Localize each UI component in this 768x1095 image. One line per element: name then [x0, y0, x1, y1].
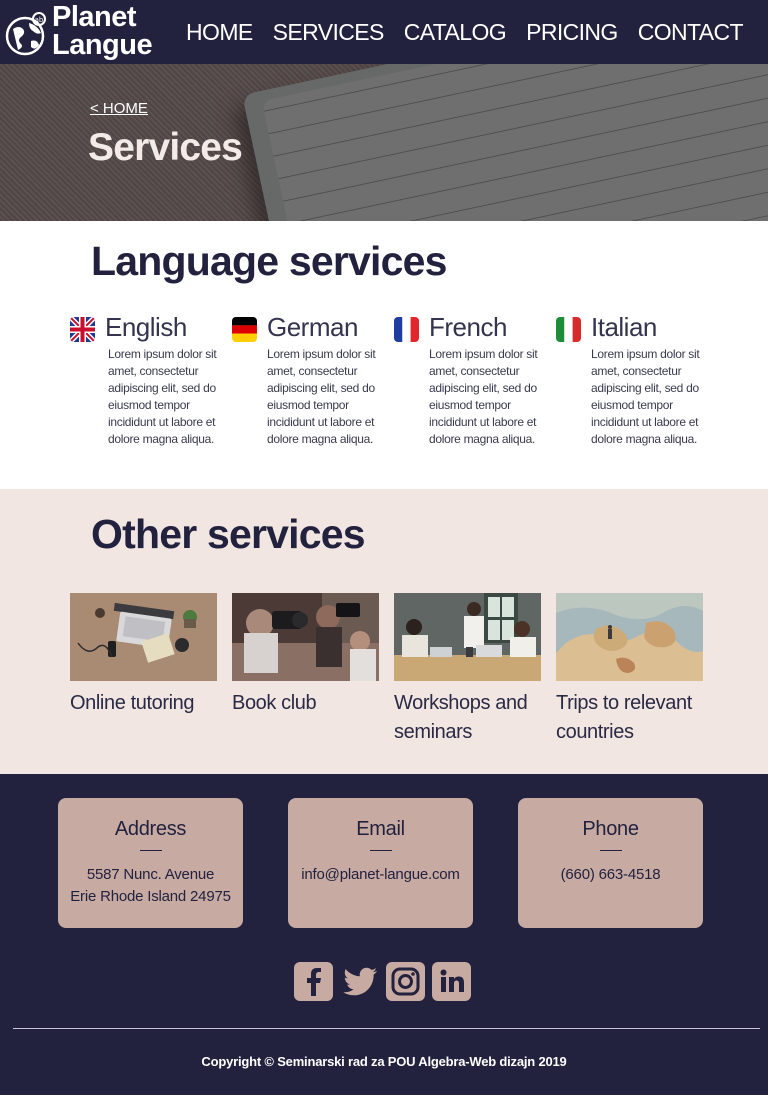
svg-text:ab: ab [35, 16, 44, 24]
language-name: French [429, 312, 507, 342]
language-description: Lorem ipsum dolor sit amet, consectetur … [591, 347, 700, 446]
divider [369, 850, 392, 851]
service-label: Workshops and seminars [394, 692, 528, 743]
service-label: Trips to relevant countries [556, 692, 692, 743]
address-line1: 5587 Nunc. Avenue [86, 866, 215, 883]
contact-card-address: Address 5587 Nunc. Avenue Erie Rhode Isl… [58, 798, 243, 928]
nav-home[interactable]: HOME [186, 19, 253, 46]
other-services-section: Other services Online tutoring Book club… [0, 489, 768, 774]
france-flag-icon [394, 317, 419, 342]
laptop-desk-image [70, 593, 217, 681]
contact-card-email: Email info@planet-langue.com [288, 798, 473, 928]
brand-name: Planet Langue [52, 1, 153, 61]
address-line2: Erie Rhode Island 24975 [70, 888, 231, 905]
meeting-room-image [394, 593, 541, 681]
breadcrumb-home[interactable]: < HOME [90, 100, 148, 117]
other-services-heading: Other services [91, 511, 366, 557]
italy-flag-icon [556, 317, 581, 342]
page-title: Services [88, 126, 243, 169]
main-menu: HOME SERVICES CATALOG PRICING CONTACT [186, 0, 744, 64]
globe-icon: ab [5, 12, 46, 56]
facebook-icon[interactable] [294, 962, 333, 1001]
social-links [294, 962, 471, 1001]
camera-crowd-image [232, 593, 379, 681]
contact-card-title: Phone [582, 818, 639, 840]
linkedin-icon[interactable] [432, 962, 471, 1001]
language-description: Lorem ipsum dolor sit amet, consectetur … [267, 347, 376, 446]
copyright-text: Copyright © Seminarski rad za POU Algebr… [201, 1054, 567, 1069]
world-map-image [556, 593, 703, 681]
service-label: Book club [232, 692, 317, 714]
language-name: English [105, 312, 187, 342]
nav-contact[interactable]: CONTACT [638, 19, 744, 46]
contact-card-title: Address [114, 818, 187, 840]
language-name: Italian [591, 312, 657, 342]
footer-divider [13, 1028, 760, 1029]
germany-flag-icon [232, 317, 257, 342]
contact-card-title: Email [356, 818, 405, 840]
top-navbar: ab Planet Langue HOME SERVICES CATALOG P… [0, 0, 768, 64]
nav-services[interactable]: SERVICES [273, 19, 385, 46]
email-link[interactable]: info@planet-langue.com [288, 864, 473, 886]
twitter-icon[interactable] [340, 962, 379, 1001]
contact-card-phone: Phone (660) 663-4518 [518, 798, 703, 928]
phone-number[interactable]: (660) 663-4518 [518, 864, 703, 886]
uk-flag-icon [70, 317, 95, 342]
divider [139, 850, 162, 851]
brand-line1: Planet [52, 1, 137, 33]
language-description: Lorem ipsum dolor sit amet, consectetur … [429, 347, 538, 446]
nav-pricing[interactable]: PRICING [526, 19, 618, 46]
site-footer: Address 5587 Nunc. Avenue Erie Rhode Isl… [0, 774, 768, 1095]
brand-logo[interactable]: ab Planet Langue [5, 1, 185, 61]
language-description: Lorem ipsum dolor sit amet, consectetur … [108, 347, 217, 446]
divider [599, 850, 622, 851]
brand-line2: Langue [52, 29, 153, 61]
nav-catalog[interactable]: CATALOG [404, 19, 507, 46]
service-label: Online tutoring [70, 692, 195, 714]
language-services-heading: Language services [91, 238, 447, 284]
language-name: German [267, 312, 358, 342]
instagram-icon[interactable] [386, 962, 425, 1001]
